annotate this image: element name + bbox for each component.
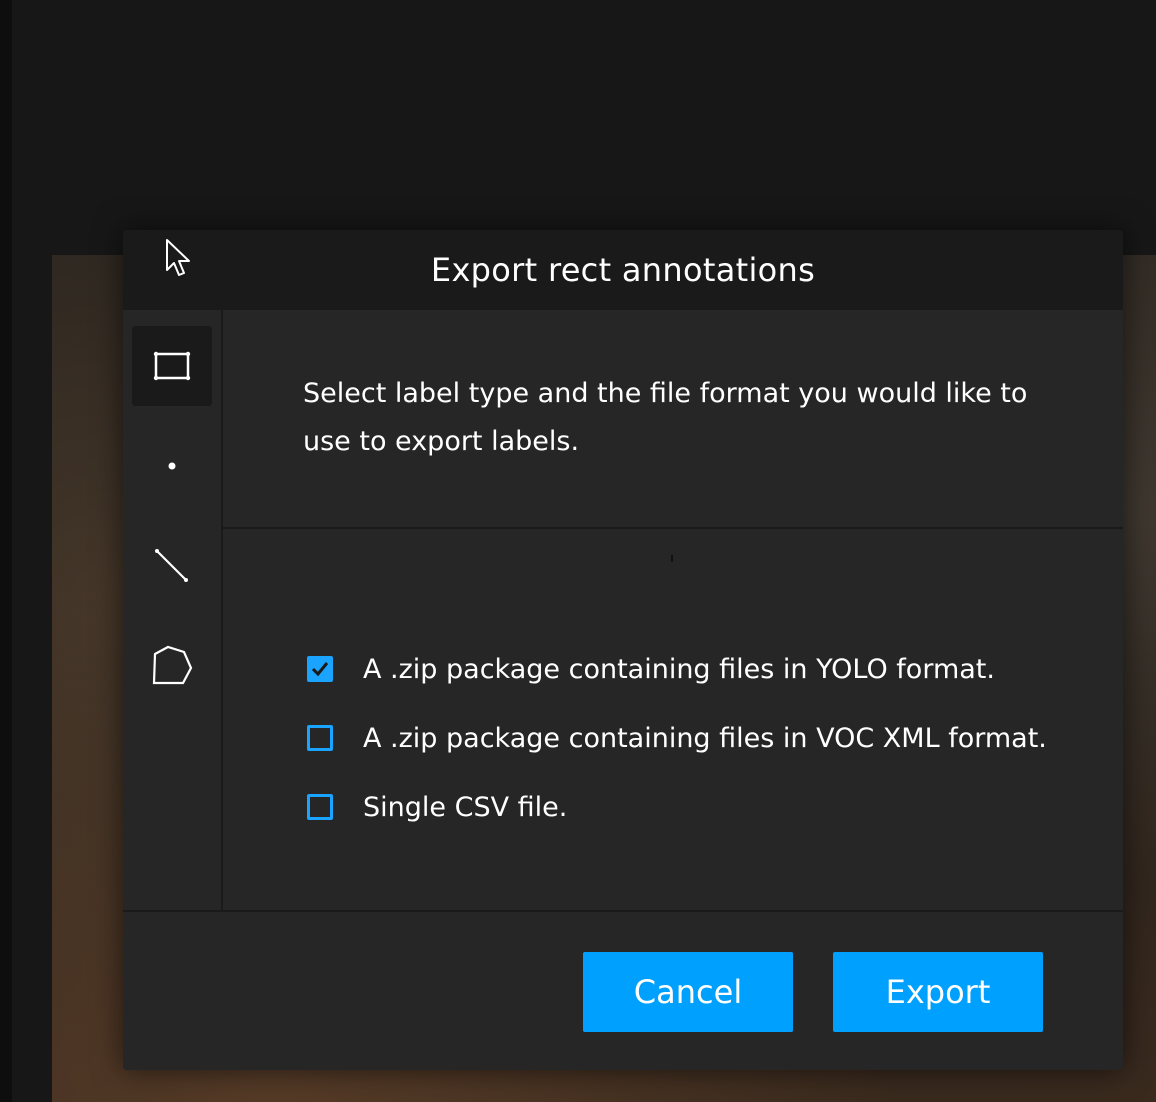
tool-point[interactable] — [132, 426, 212, 506]
rectangle-icon — [153, 351, 191, 381]
point-icon — [168, 462, 176, 470]
option-csv[interactable]: Single CSV file. — [307, 787, 567, 827]
option-voc-xml[interactable]: A .zip package containing files in VOC X… — [307, 718, 1047, 758]
description-section: Select label type and the file format yo… — [223, 310, 1123, 529]
tool-rectangle[interactable] — [132, 326, 212, 406]
format-options: A .zip package containing files in YOLO … — [223, 529, 1123, 910]
option-label: A .zip package containing files in YOLO … — [363, 653, 995, 685]
checkbox-unchecked-icon[interactable] — [307, 725, 333, 751]
description-text: Select label type and the file format yo… — [303, 378, 1028, 457]
polygon-icon — [152, 645, 193, 685]
label-type-sidebar — [123, 310, 223, 910]
checkbox-checked-icon[interactable] — [307, 656, 333, 682]
mouse-cursor-icon — [166, 239, 190, 276]
divider-tick — [671, 555, 673, 562]
option-yolo[interactable]: A .zip package containing files in YOLO … — [307, 649, 995, 689]
dialog-title: Export rect annotations — [430, 251, 816, 289]
tool-line[interactable] — [132, 526, 212, 606]
left-edge — [0, 0, 12, 1102]
dialog-header: Export rect annotations — [123, 230, 1123, 310]
cancel-button[interactable]: Cancel — [583, 952, 793, 1032]
tool-polygon[interactable] — [132, 626, 212, 706]
option-label: A .zip package containing files in VOC X… — [363, 722, 1047, 754]
line-icon — [155, 549, 188, 582]
dialog-footer: Cancel Export — [123, 910, 1123, 1070]
option-label: Single CSV file. — [363, 791, 568, 823]
export-dialog: Export rect annotations Select label typ… — [123, 230, 1123, 1070]
checkbox-unchecked-icon[interactable] — [307, 794, 333, 820]
export-button[interactable]: Export — [833, 952, 1043, 1032]
